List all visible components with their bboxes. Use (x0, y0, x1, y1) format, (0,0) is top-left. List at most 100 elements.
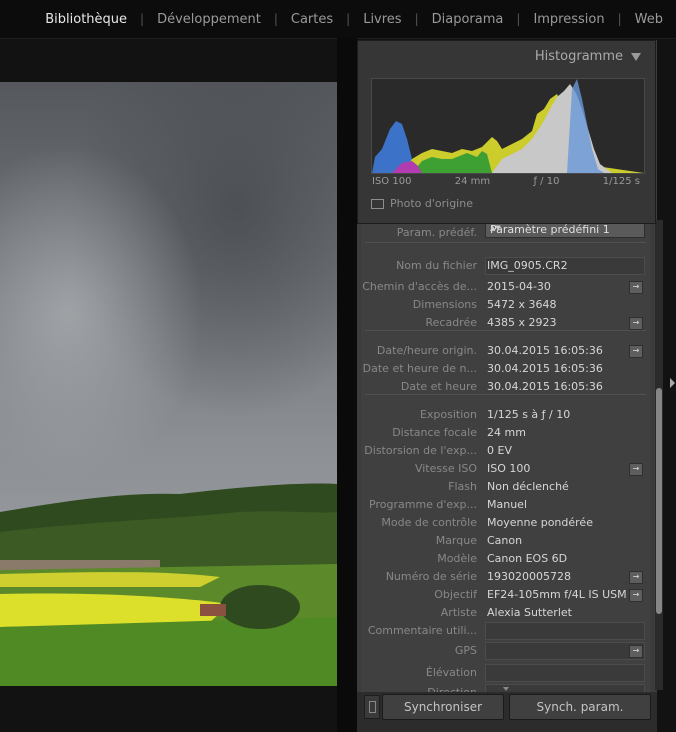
metadata-row: GPS → (361, 642, 650, 660)
metadata-field[interactable] (485, 684, 645, 692)
go-to-arrow-icon[interactable]: → (629, 571, 643, 584)
metadata-label: Date et heure (400, 380, 477, 393)
histogram-curves (372, 79, 644, 173)
metadata-label: Commentaire utili... (367, 624, 477, 637)
metadata-value: 193020005728 (487, 570, 571, 583)
histogram-header[interactable]: Histogramme (535, 49, 641, 64)
module-1[interactable]: Bibliothèque (32, 12, 140, 27)
preset-select[interactable]: Paramètre prédéfini 1 ▲▼ (485, 222, 645, 238)
collapse-triangle-icon[interactable] (631, 52, 641, 61)
metadata-label: Artiste (440, 606, 477, 619)
metadata-value: 4385 x 2923 (487, 316, 557, 329)
original-photo-label: Photo d'origine (390, 197, 473, 210)
metadata-label: Flash (448, 480, 477, 493)
hist-aperture: ƒ / 10 (533, 176, 560, 187)
metadata-value: EF24-105mm f/4L IS USM (487, 588, 627, 601)
go-to-arrow-icon[interactable]: → (629, 463, 643, 476)
metadata-row: Date/heure origin. 30.04.2015 16:05:36 → (361, 342, 650, 360)
metadata-value: 0 EV (487, 444, 512, 457)
metadata-row: Mode de contrôle Moyenne pondérée (361, 514, 650, 532)
hist-shutter: 1/125 s (602, 176, 640, 187)
metadata-panel: Param. prédéf. Paramètre prédéfini 1 ▲▼ Nom… (361, 222, 650, 692)
metadata-label: Marque (435, 534, 477, 547)
histogram-info: ISO 100 24 mm ƒ / 10 1/125 s (372, 176, 640, 187)
go-to-arrow-icon[interactable]: → (629, 645, 643, 658)
metadata-label: Date et heure de n... (362, 362, 477, 375)
metadata-scrollbar[interactable] (655, 220, 663, 690)
right-panel-collapse-icon[interactable] (670, 378, 675, 388)
sync-settings-button[interactable]: Synch. param. (509, 694, 651, 720)
metadata-row: Programme d'exp... Manuel (361, 496, 650, 514)
right-panel: Histogramme ISO 100 24 mm ƒ / 10 1/125 s… (357, 40, 663, 732)
module-4[interactable]: Livres (350, 12, 414, 27)
metadata-label: Recadrée (425, 316, 477, 329)
preset-label: Param. prédéf. (396, 226, 477, 239)
metadata-value: 5472 x 3648 (487, 298, 557, 311)
metadata-row: Recadrée 4385 x 2923 → (361, 314, 650, 332)
metadata-row: Numéro de série 193020005728 → (361, 568, 650, 586)
metadata-row: Flash Non déclenché (361, 478, 650, 496)
metadata-label: Numéro de série (385, 570, 477, 583)
metadata-value: 30.04.2015 16:05:36 (487, 344, 603, 357)
go-to-arrow-icon[interactable]: → (629, 345, 643, 358)
scrollbar-thumb[interactable] (656, 388, 662, 614)
metadata-value: Canon (487, 534, 523, 547)
go-to-arrow-icon[interactable]: → (629, 589, 643, 602)
original-photo-toggle[interactable]: Photo d'origine (371, 197, 473, 210)
metadata-row: Nom du fichier IMG_0905.CR2 (361, 257, 650, 275)
module-6[interactable]: Impression (520, 12, 617, 27)
sync-button[interactable]: Synchroniser (382, 694, 504, 720)
metadata-value: 2015-04-30 (487, 280, 551, 293)
metadata-label: Dimensions (412, 298, 477, 311)
metadata-row: Distorsion de l'exp... 0 EV (361, 442, 650, 460)
module-3[interactable]: Cartes (278, 12, 346, 27)
sync-bar: Synchroniser Synch. param. (357, 692, 657, 732)
metadata-value: 24 mm (487, 426, 526, 439)
hist-iso: ISO 100 (372, 176, 412, 187)
metadata-value: Moyenne pondérée (487, 516, 593, 529)
metadata-label: Chemin d'accès de... (362, 280, 477, 293)
metadata-value: 1/125 s à ƒ / 10 (487, 408, 571, 421)
section-divider (365, 242, 646, 243)
metadata-label: Nom du fichier (396, 259, 477, 272)
metadata-label: Élévation (425, 666, 477, 679)
module-5[interactable]: Diaporama (419, 12, 517, 27)
auto-sync-switch[interactable] (364, 695, 380, 719)
go-to-arrow-icon[interactable]: → (629, 317, 643, 330)
switch-icon (369, 701, 376, 713)
metadata-field[interactable] (485, 664, 645, 682)
metadata-row: Modèle Canon EOS 6D (361, 550, 650, 568)
metadata-field[interactable] (485, 642, 645, 660)
metadata-row: Artiste Alexia Sutterlet (361, 604, 650, 622)
metadata-row: Élévation (361, 664, 650, 682)
landscape-photo (0, 82, 337, 686)
metadata-row: Exposition 1/125 s à ƒ / 10 (361, 406, 650, 424)
metadata-label: Distorsion de l'exp... (364, 444, 477, 457)
metadata-field[interactable] (485, 622, 645, 640)
photo-preview[interactable] (0, 82, 337, 686)
metadata-value: Alexia Sutterlet (487, 606, 572, 619)
metadata-label: Distance focale (392, 426, 477, 439)
module-picker-bar: Bibliothèque | Développement | Cartes | Livres… (0, 0, 676, 39)
metadata-label: Date/heure origin. (376, 344, 477, 357)
histogram-graph[interactable] (371, 78, 645, 174)
checkbox-icon[interactable] (371, 198, 384, 209)
metadata-label: Programme d'exp... (369, 498, 477, 511)
metadata-label: Mode de contrôle (381, 516, 477, 529)
hist-focal: 24 mm (454, 176, 491, 187)
metadata-row: Commentaire utili... (361, 622, 650, 640)
metadata-row: Marque Canon (361, 532, 650, 550)
module-7[interactable]: Web (622, 12, 676, 27)
scroll-down-icon[interactable] (503, 687, 509, 691)
metadata-row: Vitesse ISO ISO 100 → (361, 460, 650, 478)
metadata-label: Vitesse ISO (414, 462, 477, 475)
metadata-value[interactable]: IMG_0905.CR2 (487, 259, 568, 272)
module-list: Bibliothèque | Développement | Cartes | Livres… (32, 0, 676, 38)
metadata-label: Modèle (437, 552, 477, 565)
metadata-value: Manuel (487, 498, 527, 511)
go-to-arrow-icon[interactable]: → (629, 281, 643, 294)
metadata-row: Chemin d'accès de... 2015-04-30 → (361, 278, 650, 296)
module-2[interactable]: Développement (144, 12, 274, 27)
histogram-title: Histogramme (534, 49, 623, 64)
histogram-panel: Histogramme ISO 100 24 mm ƒ / 10 1/125 s… (357, 40, 656, 224)
